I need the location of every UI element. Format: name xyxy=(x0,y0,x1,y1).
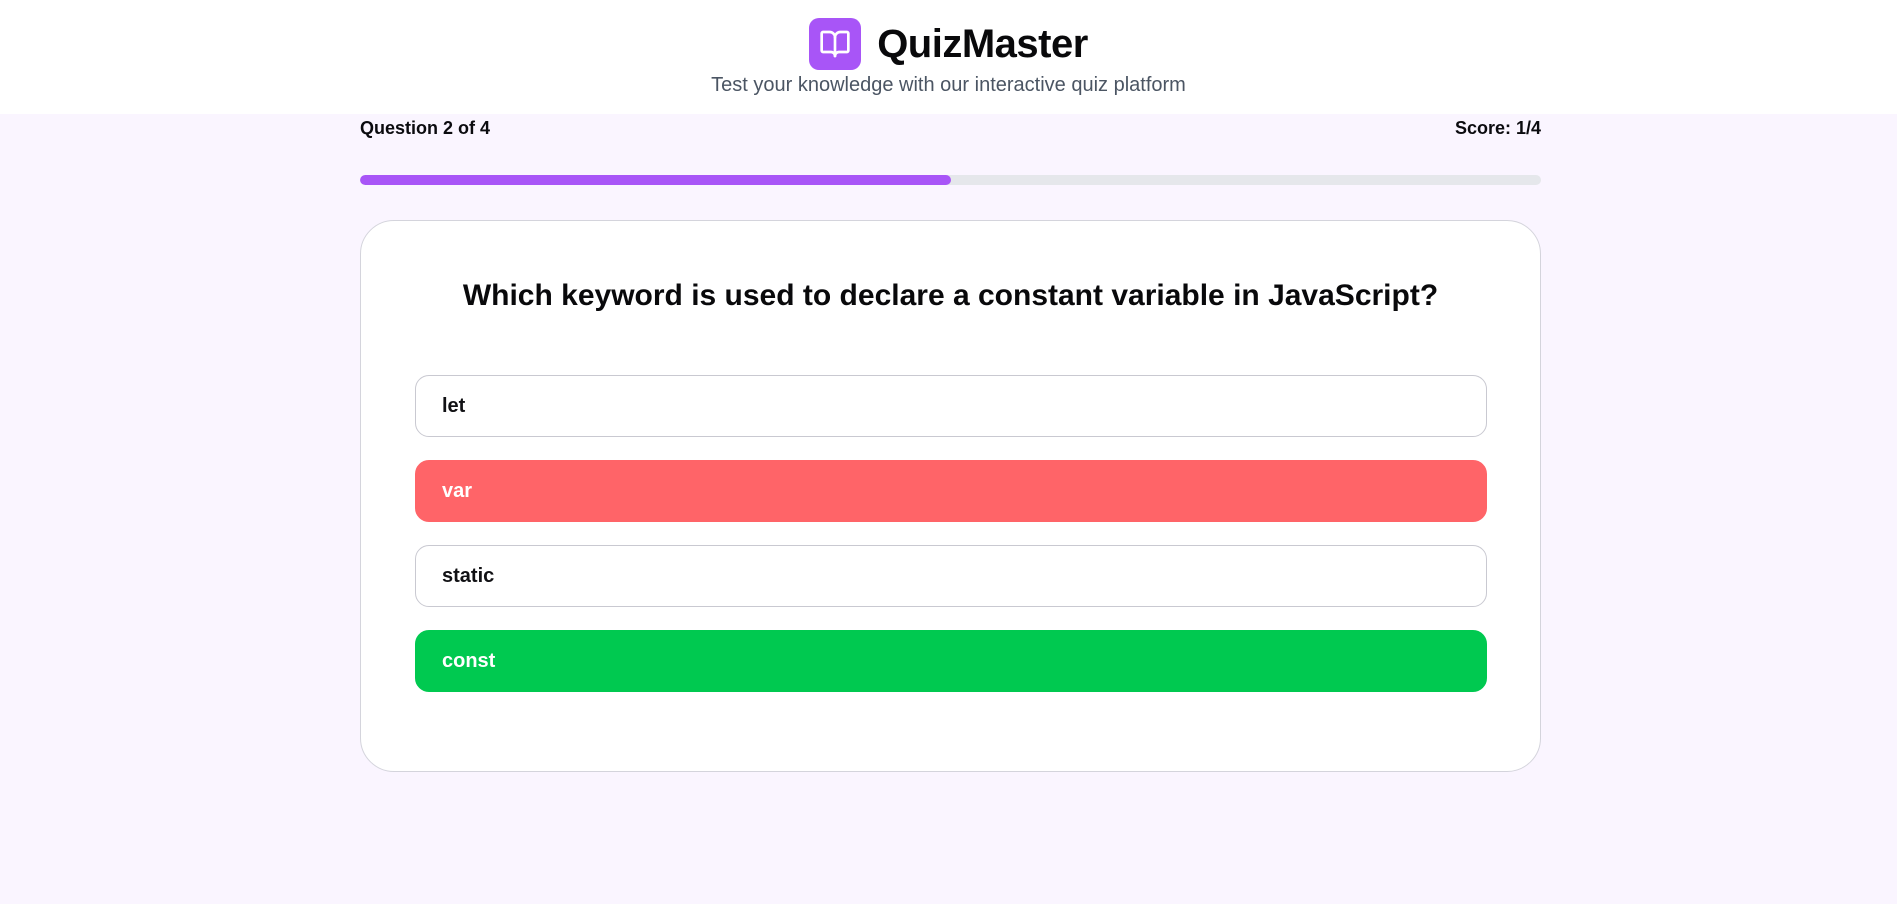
app-header: QuizMaster Test your knowledge with our … xyxy=(0,0,1897,114)
question-counter: Question 2 of 4 xyxy=(360,118,491,138)
answer-option-label: const xyxy=(442,649,496,672)
open-book-icon xyxy=(809,18,862,70)
progress-bar xyxy=(360,175,1541,185)
answer-option-static[interactable]: static xyxy=(415,545,1487,607)
question-card: Which keyword is used to declare a const… xyxy=(360,220,1541,772)
answer-option-const[interactable]: const xyxy=(415,630,1487,692)
score-label: Score: 1/4 xyxy=(1454,118,1541,138)
app-title: QuizMaster xyxy=(877,21,1088,66)
answer-option-label: static xyxy=(442,564,495,587)
answer-option-label: let xyxy=(442,394,466,417)
answer-option-label: var xyxy=(442,479,473,502)
app-tagline: Test your knowledge with our interactive… xyxy=(711,74,1186,96)
answer-option-let[interactable]: let xyxy=(415,375,1487,437)
progress-bar-fill xyxy=(360,175,951,185)
progress-meta: Question 2 of 4 Score: 1/4 xyxy=(360,118,1541,139)
answer-option-var[interactable]: var xyxy=(415,460,1487,522)
answer-options: let var static const xyxy=(415,375,1487,715)
brand: QuizMaster xyxy=(0,18,1897,70)
question-text: Which keyword is used to declare a const… xyxy=(462,279,1439,312)
